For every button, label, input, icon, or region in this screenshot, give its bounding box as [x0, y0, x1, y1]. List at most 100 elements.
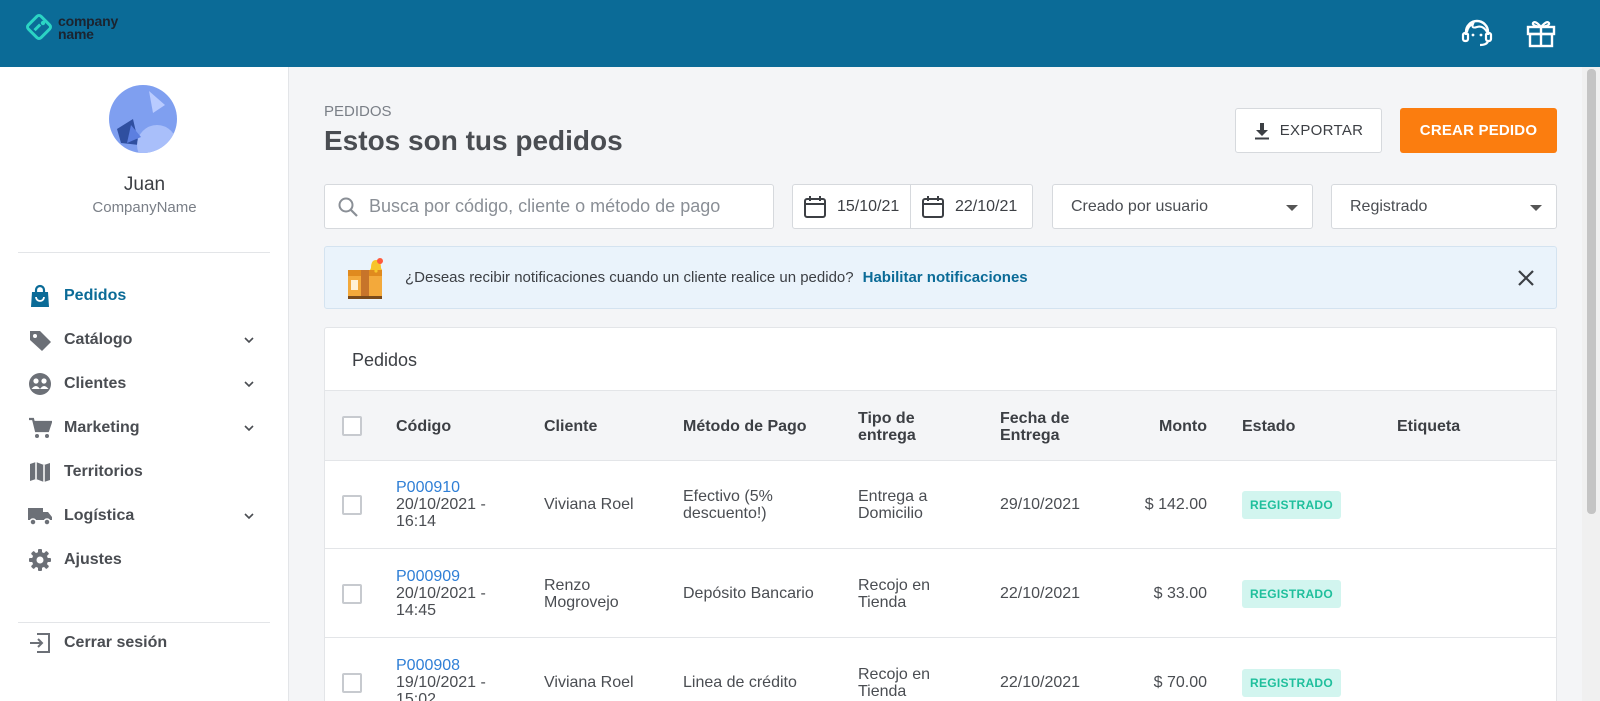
delivery-date-cell: 22/10/2021	[1000, 585, 1081, 602]
sidebar-item-logistica[interactable]: Logística	[18, 496, 270, 536]
user-company: CompanyName	[92, 199, 197, 216]
users-icon	[27, 371, 53, 397]
sidebar-item-label: Catálogo	[64, 331, 133, 348]
close-icon[interactable]	[1516, 268, 1536, 288]
payment-cell: Linea de crédito	[683, 674, 797, 691]
box-bell-icon	[348, 257, 383, 299]
enable-notifications-link[interactable]: Habilitar notificaciones	[863, 269, 1028, 286]
company-logo[interactable]: company name	[24, 14, 118, 42]
created-by-select[interactable]: Creado por usuario	[1052, 184, 1313, 229]
col-delivery-type: Tipo de entrega	[858, 410, 916, 444]
truck-icon	[27, 503, 53, 529]
download-icon	[1254, 122, 1269, 139]
amount-cell: $ 142.00	[1144, 496, 1207, 513]
status-badge: REGISTRADO	[1242, 580, 1342, 608]
sidebar-item-label: Marketing	[64, 419, 140, 436]
calendar-icon	[804, 195, 826, 218]
date-from-field[interactable]: 15/10/21	[793, 185, 910, 228]
cart-icon	[27, 415, 53, 441]
tag-icon	[27, 327, 53, 353]
sidebar-item-label: Pedidos	[64, 287, 127, 304]
chevron-down-icon	[244, 425, 254, 432]
search-box	[324, 184, 774, 229]
status-badge: REGISTRADO	[1242, 491, 1342, 519]
export-label: EXPORTAR	[1279, 122, 1364, 139]
order-code-link[interactable]: P000909	[396, 568, 486, 585]
page-title: Estos son tus pedidos	[324, 125, 623, 156]
status-badge: REGISTRADO	[1242, 669, 1342, 697]
order-code-cell: P000910 20/10/2021 - 16:14	[396, 479, 486, 530]
shopping-bag-icon	[27, 283, 53, 309]
create-order-button[interactable]: CREAR PEDIDO	[1400, 108, 1557, 153]
main-content: PEDIDOS Estos son tus pedidos EXPORTAR C…	[290, 67, 1580, 701]
delivery-date-cell: 22/10/2021	[1000, 674, 1081, 691]
status-select[interactable]: Registrado	[1331, 184, 1557, 229]
breadcrumb: PEDIDOS	[324, 103, 392, 120]
chevron-down-icon	[244, 337, 254, 344]
col-payment: Método de Pago	[683, 418, 807, 435]
col-status: Estado	[1242, 418, 1296, 435]
export-button[interactable]: EXPORTAR	[1235, 108, 1382, 153]
avatar-image	[109, 85, 177, 153]
gift-icon	[1526, 21, 1556, 48]
chevron-down-icon	[244, 381, 254, 388]
sidebar-item-territorios[interactable]: Territorios	[18, 452, 270, 492]
payment-cell: Efectivo (5% descuento!)	[683, 488, 773, 522]
date-to-value: 22/10/21	[955, 197, 1018, 215]
col-code: Código	[396, 418, 452, 435]
order-code-cell: P000909 20/10/2021 - 14:45	[396, 568, 486, 619]
delivery-type-cell: Recojo en Tienda	[858, 666, 931, 700]
logo-line2: name	[58, 26, 94, 42]
caret-down-icon	[1530, 205, 1542, 211]
logout-label: Cerrar sesión	[64, 634, 168, 651]
sidebar-item-marketing[interactable]: Marketing	[18, 408, 270, 448]
col-amount: Monto	[1159, 418, 1207, 435]
delivery-type-cell: Recojo en Tienda	[858, 577, 931, 611]
gift-button[interactable]	[1524, 16, 1558, 50]
sidebar-divider	[18, 252, 270, 253]
delivery-date-cell: 29/10/2021	[1000, 496, 1081, 513]
order-code-link[interactable]: P000910	[396, 479, 486, 496]
row-checkbox[interactable]	[342, 584, 362, 604]
headset-icon	[1461, 19, 1493, 47]
logo-icon	[26, 14, 52, 40]
logout-button[interactable]: Cerrar sesión	[18, 623, 270, 663]
notification-text: ¿Deseas recibir notificaciones cuando un…	[405, 269, 854, 286]
sidebar-item-clientes[interactable]: Clientes	[18, 364, 270, 404]
delivery-type-cell: Entrega a Domicilio	[858, 488, 928, 522]
table-row[interactable]: P000910 20/10/2021 - 16:14 Viviana Roel …	[325, 461, 1556, 549]
avatar[interactable]	[109, 85, 177, 153]
table-row[interactable]: P000909 20/10/2021 - 14:45 Renzo Mogrove…	[325, 550, 1556, 638]
row-checkbox[interactable]	[342, 495, 362, 515]
orders-table-card: Pedidos Código Cliente Método de Pago Ti…	[324, 327, 1557, 701]
client-cell: Viviana Roel	[544, 496, 634, 513]
sidebar-item-label: Territorios	[64, 463, 143, 480]
search-input[interactable]	[369, 196, 749, 217]
status-value: Registrado	[1350, 197, 1428, 215]
top-bar: company name	[0, 0, 1600, 67]
sidebar-item-label: Ajustes	[64, 551, 122, 568]
sidebar-item-label: Logística	[64, 507, 135, 524]
support-button[interactable]	[1460, 16, 1494, 50]
scrollbar-thumb[interactable]	[1587, 69, 1596, 514]
order-code-link[interactable]: P000908	[396, 657, 486, 674]
amount-cell: $ 70.00	[1153, 674, 1207, 691]
row-checkbox[interactable]	[342, 673, 362, 693]
map-icon	[27, 459, 53, 485]
caret-down-icon	[1286, 205, 1298, 211]
sidebar-item-pedidos[interactable]: Pedidos	[18, 276, 270, 316]
page-scrollbar[interactable]	[1582, 67, 1600, 701]
date-to-field[interactable]: 22/10/21	[911, 185, 1032, 228]
select-all-checkbox[interactable]	[342, 416, 362, 436]
col-client: Cliente	[544, 418, 598, 435]
sidebar-item-ajustes[interactable]: Ajustes	[18, 540, 270, 580]
table-row[interactable]: P000908 19/10/2021 - 15:02 Viviana Roel …	[325, 639, 1556, 701]
sidebar-item-catalogo[interactable]: Catálogo	[18, 320, 270, 360]
notification-banner: ¿Deseas recibir notificaciones cuando un…	[324, 246, 1557, 309]
created-by-value: Creado por usuario	[1071, 197, 1208, 215]
gear-icon	[27, 547, 53, 573]
amount-cell: $ 33.00	[1153, 585, 1207, 602]
calendar-icon	[922, 195, 944, 218]
payment-cell: Depósito Bancario	[683, 585, 814, 602]
date-from-value: 15/10/21	[837, 197, 900, 215]
